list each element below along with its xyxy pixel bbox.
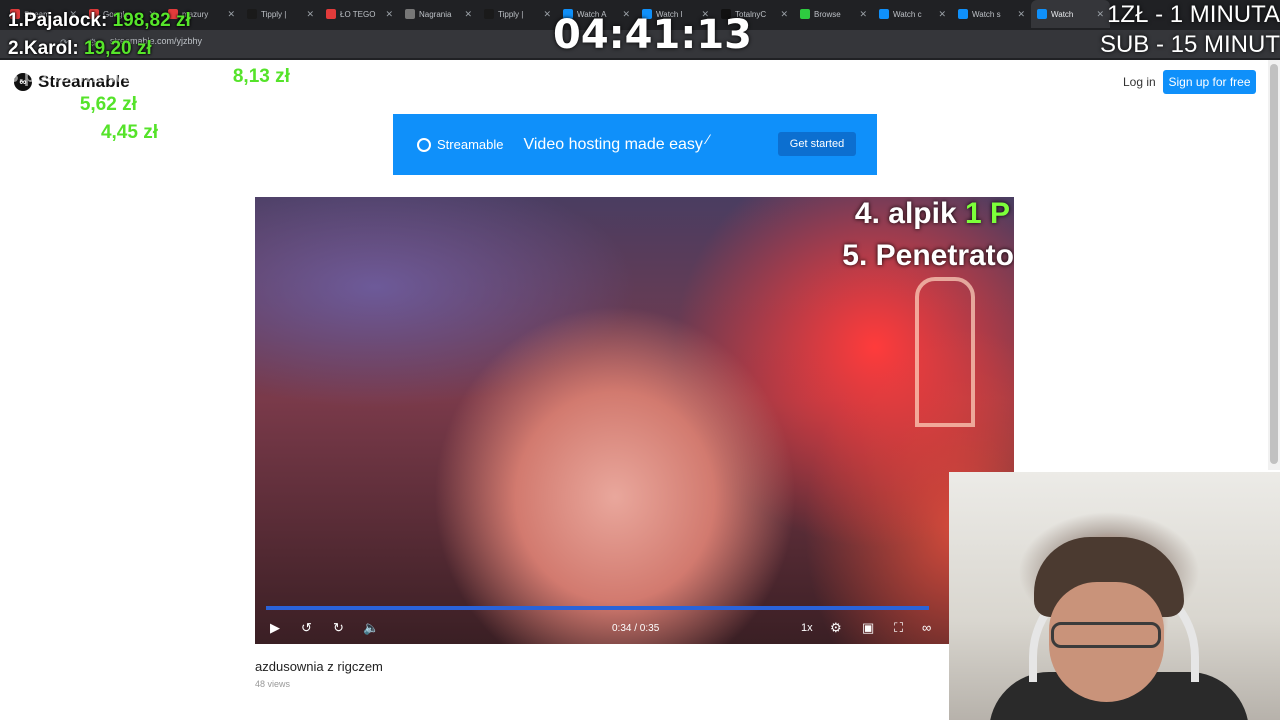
tab-favicon-icon: [247, 9, 257, 19]
close-tab-icon[interactable]: ✕: [385, 9, 393, 20]
leaderboard-amount: 5,62 zł: [79, 94, 137, 115]
signup-button[interactable]: Sign up for free: [1163, 70, 1256, 94]
leaderboard-name: 1.Pajalock:: [8, 10, 108, 31]
banner-brand: Streamable: [437, 137, 504, 152]
playback-speed-button[interactable]: 1x: [801, 622, 813, 634]
leaderboard-entry: 5.ebeebe: 4,45 zł: [8, 122, 158, 144]
close-tab-icon[interactable]: ✕: [227, 9, 235, 20]
tab-label: Watch s: [972, 9, 1001, 19]
leaderboard-entry: 3.ponownowana kobyła: 8,13 zł: [8, 66, 290, 88]
close-tab-icon[interactable]: ✕: [780, 9, 788, 20]
leaderboard-entry: 4.rasjii: 5,62 zł: [8, 94, 137, 116]
promo-banner[interactable]: Streamable Video hosting made easy ⁄ Get…: [393, 114, 877, 175]
login-link[interactable]: Log in: [1123, 75, 1156, 89]
tab-favicon-icon: [879, 9, 889, 19]
tab-label: Tipply |: [261, 9, 287, 19]
settings-icon[interactable]: ⚙: [830, 620, 842, 636]
leaderboard-name: 3.ponownowana kobyła:: [8, 66, 228, 87]
browser-tab[interactable]: Tipply | ✕: [241, 0, 320, 28]
banner-logo: Streamable: [417, 137, 503, 152]
browser-tab[interactable]: Watch s ✕: [952, 0, 1031, 28]
stream-timer: 04:41:13: [553, 12, 752, 58]
leaderboard-amount: 4,45 zł: [100, 122, 158, 143]
close-tab-icon[interactable]: ✕: [306, 9, 314, 20]
rule-line-2: SUB - 15 MINUT: [1099, 31, 1280, 58]
video-overlay-name: 4. alpik: [854, 197, 957, 230]
close-tab-icon[interactable]: ✕: [464, 9, 472, 20]
close-tab-icon[interactable]: ✕: [938, 9, 946, 20]
leaderboard-entry: 1.Pajalock: 198,82 zł: [8, 10, 191, 32]
webcam-feed: [949, 472, 1280, 720]
browser-tab[interactable]: Watch c ✕: [873, 0, 952, 28]
neon-sign-decoration: [915, 277, 975, 427]
video-title: azdusownia z rigczem: [255, 659, 383, 674]
browser-tab[interactable]: ŁO TEGO ✕: [320, 0, 399, 28]
tab-label: Watch: [1051, 9, 1074, 19]
banner-logo-icon: [417, 137, 431, 152]
tab-favicon-icon: [405, 9, 415, 19]
video-overlay-amount: 1 P: [964, 197, 1010, 230]
video-overlay-line-1: 4. alpik 1 P: [855, 197, 1010, 231]
tab-label: Browse: [814, 9, 841, 19]
browser-tab[interactable]: Tipply | ✕: [478, 0, 557, 28]
time-display: 0:34 / 0:35: [612, 623, 660, 634]
tab-favicon-icon: [326, 9, 336, 19]
tab-favicon-icon: [1037, 9, 1047, 19]
leaderboard-amount: 8,13 zł: [232, 66, 290, 87]
subathon-rules: 1ZŁ - 1 MINUTA SUB - 15 MINUT: [1100, 0, 1280, 60]
browser-tab[interactable]: Browse ✕: [794, 0, 873, 28]
play-icon[interactable]: ▶: [270, 620, 280, 636]
tab-favicon-icon: [484, 9, 494, 19]
picture-in-picture-icon[interactable]: ▣: [862, 620, 874, 636]
progress-bar[interactable]: [266, 606, 929, 610]
tab-label: Nagrania: [419, 9, 452, 19]
forward-icon[interactable]: ↻: [333, 620, 344, 636]
volume-icon[interactable]: 🔈: [363, 620, 379, 636]
close-tab-icon[interactable]: ✕: [859, 9, 867, 20]
leaderboard-name: 2.Karol:: [8, 38, 79, 59]
tab-favicon-icon: [958, 9, 968, 19]
leaderboard-name: 4.rasjii:: [8, 94, 75, 115]
tab-label: Watch c: [893, 9, 922, 19]
streamable-watermark-icon[interactable]: ∞: [922, 620, 931, 635]
fullscreen-icon[interactable]: ⛶: [894, 620, 903, 636]
get-started-button[interactable]: Get started: [778, 132, 856, 156]
close-tab-icon[interactable]: ✕: [543, 9, 551, 20]
view-count: 48 views: [255, 679, 291, 689]
browser-tab[interactable]: Watch ✕: [1031, 0, 1110, 28]
rewind-icon[interactable]: ↺: [301, 620, 312, 636]
tab-favicon-icon: [800, 9, 810, 19]
video-player[interactable]: 4. alpik 1 P 5. Penetrato: [255, 197, 1014, 644]
tab-label: Tipply |: [498, 9, 524, 19]
leaderboard-amount: 198,82 zł: [112, 10, 191, 31]
tab-label: ŁO TEGO: [340, 9, 376, 19]
leaderboard-name: 5.ebeebe:: [8, 122, 96, 143]
scrollbar-thumb[interactable]: [1270, 64, 1278, 464]
glasses-image: [1051, 622, 1161, 648]
banner-tagline: Video hosting made easy: [523, 135, 703, 153]
rule-line-1: 1ZŁ - 1 MINUTA: [1107, 1, 1280, 28]
sparkle-icon: ⁄: [706, 130, 710, 147]
video-controls: ▶ ↺ ↻ 🔈 0:34 / 0:35 1x ⚙ ▣ ⛶ ∞: [255, 605, 949, 644]
video-overlay-line-2: 5. Penetrato: [842, 239, 1014, 272]
leaderboard-amount: 19,20 zł: [84, 38, 152, 59]
close-tab-icon[interactable]: ✕: [1017, 9, 1025, 20]
leaderboard-entry: 2.Karol: 19,20 zł: [8, 38, 152, 60]
browser-tab[interactable]: Nagrania ✕: [399, 0, 478, 28]
